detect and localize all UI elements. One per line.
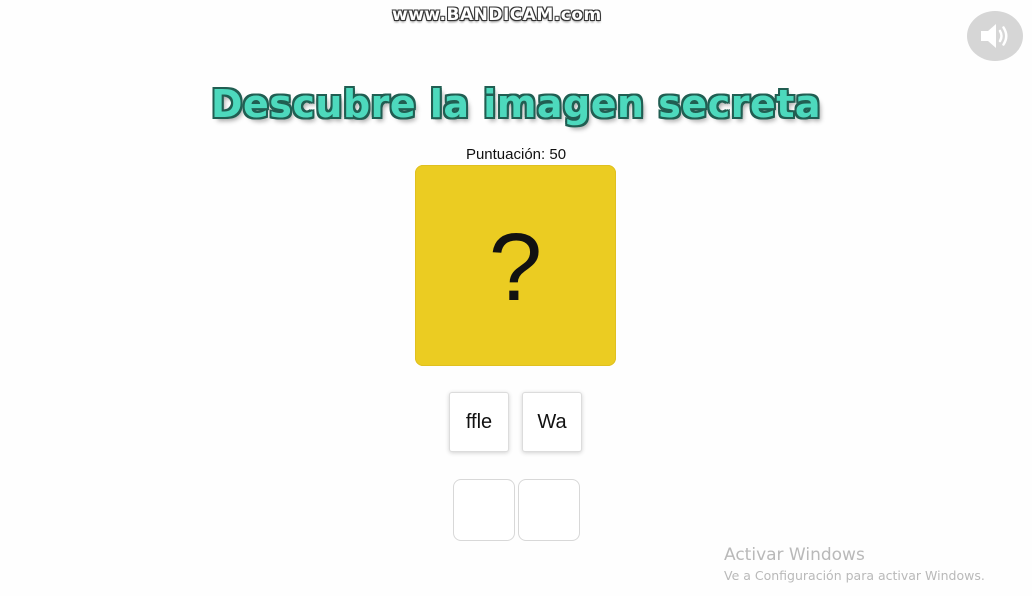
bandicam-watermark: www.BANDICAM.com [392, 5, 602, 25]
sound-toggle-button[interactable] [967, 11, 1023, 61]
answer-slot[interactable] [453, 479, 515, 541]
speaker-volume-icon [981, 24, 1008, 48]
page-title: Descubre la imagen secreta [210, 82, 822, 126]
syllable-tile[interactable]: Wa [522, 392, 582, 452]
question-mark-icon: ? [488, 213, 543, 321]
mystery-image-card: ? [415, 165, 616, 366]
syllable-tile[interactable]: ffle [449, 392, 509, 452]
score-label: Puntuación: 50 [465, 146, 567, 163]
answer-slot[interactable] [518, 479, 580, 541]
activation-subtitle: Ve a Configuración para activar Windows. [724, 568, 985, 583]
windows-activation-notice: Activar Windows Ve a Configuración para … [724, 545, 985, 583]
activation-title: Activar Windows [724, 545, 865, 565]
